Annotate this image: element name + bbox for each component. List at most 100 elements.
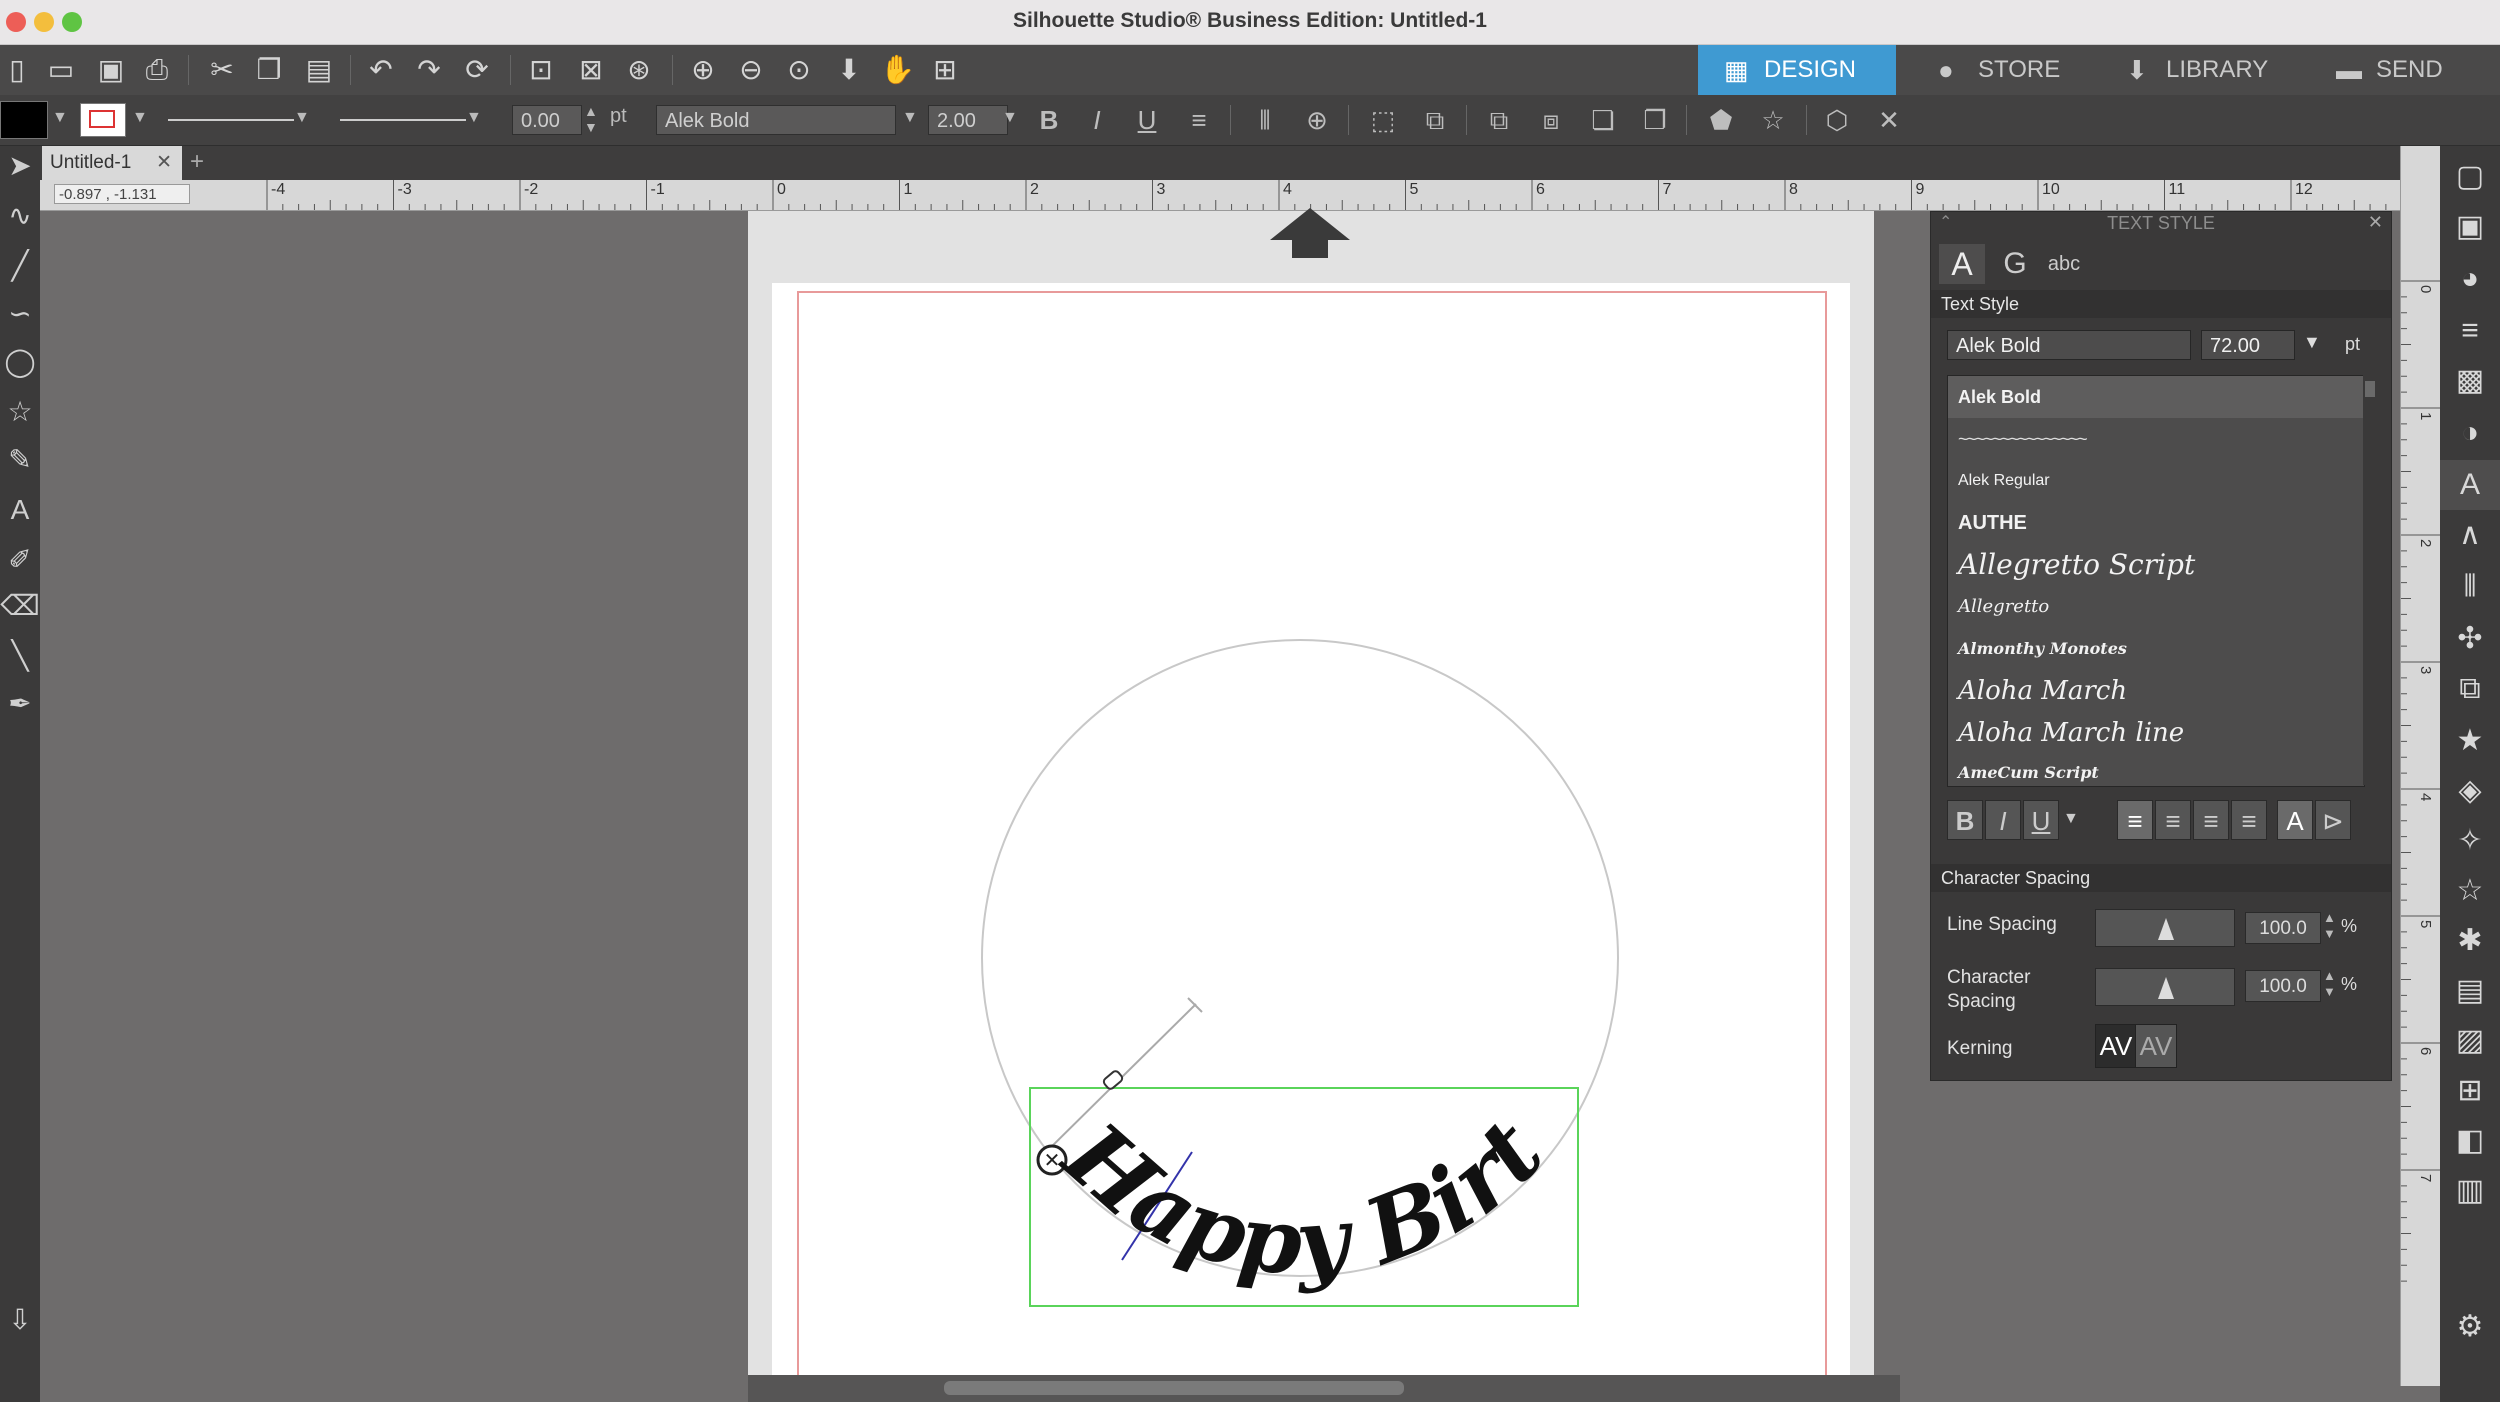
zoom-in-icon[interactable]: ⊕ bbox=[686, 53, 720, 87]
chevron-down-icon[interactable]: ▼ bbox=[52, 109, 68, 127]
deselect-icon[interactable]: ⊠ bbox=[574, 53, 608, 87]
horizontal-scrollbar[interactable] bbox=[748, 1375, 1900, 1402]
copy-icon[interactable]: ❐ bbox=[252, 53, 286, 87]
font-list-item[interactable]: AmeCum Script bbox=[1948, 752, 2364, 786]
line-style-select[interactable] bbox=[168, 119, 294, 121]
align-left-button[interactable]: ≡ bbox=[2117, 800, 2153, 840]
document-tab[interactable]: Untitled-1 ✕ bbox=[42, 146, 182, 180]
shadow-icon[interactable]: ◑ bbox=[2440, 408, 2500, 458]
polygon-tool-icon[interactable]: ☆ bbox=[0, 392, 40, 432]
cut-icon[interactable]: ✂ bbox=[205, 53, 239, 87]
line-spacing-input[interactable]: 100.0 bbox=[2245, 912, 2321, 944]
curve-tool-icon[interactable]: ∽ bbox=[0, 294, 40, 334]
font-list-item[interactable]: Alek Regular bbox=[1948, 460, 2364, 502]
refresh-icon[interactable]: ⟳ bbox=[460, 53, 494, 87]
tab-send[interactable]: ▬ SEND bbox=[2310, 45, 2500, 95]
tab-design[interactable]: ▦ DESIGN bbox=[1698, 45, 1896, 95]
print-icon[interactable]: ⎙ bbox=[140, 53, 174, 87]
vertical-text-button[interactable]: ⊳ bbox=[2315, 800, 2351, 840]
chevron-down-icon[interactable]: ▼ bbox=[132, 109, 148, 127]
text-to-path-icon[interactable]: ∧ bbox=[2440, 510, 2500, 560]
pixscan-icon[interactable]: ▣ bbox=[2440, 202, 2500, 252]
font-name-input[interactable]: Alek Bold bbox=[1947, 330, 2191, 360]
font-size-input[interactable]: 2.00 bbox=[928, 105, 1008, 135]
tab-store[interactable]: ● STORE bbox=[1912, 45, 2090, 95]
character-spacing-input[interactable]: 100.0 bbox=[2245, 970, 2321, 1002]
underline-icon[interactable]: U bbox=[1130, 103, 1164, 137]
font-list-item[interactable]: Aloha March line bbox=[1948, 712, 2364, 754]
underline-button[interactable]: U bbox=[2023, 800, 2059, 840]
import-icon[interactable]: ⇩ bbox=[0, 1300, 40, 1340]
stepper-icon[interactable]: ▲ ▼ bbox=[2323, 910, 2336, 942]
align-panel-icon[interactable]: ⫴ bbox=[2440, 562, 2500, 612]
ellipse-tool-icon[interactable]: ◯ bbox=[0, 342, 40, 382]
redo-icon[interactable]: ↷ bbox=[412, 53, 446, 87]
design-canvas[interactable]: ✕ Happy Birthday bbox=[980, 630, 1640, 1330]
font-list[interactable]: Alek Bold ~~~~~~~~~~~~~~~ Alek Regular A… bbox=[1947, 375, 2365, 787]
settings-gear-icon[interactable]: ⚙ bbox=[2440, 1302, 2500, 1352]
star-icon[interactable]: ☆ bbox=[1756, 103, 1790, 137]
paste-icon[interactable]: ▤ bbox=[302, 53, 336, 87]
open-folder-icon[interactable]: ▭ bbox=[44, 53, 78, 87]
chevron-down-icon[interactable]: ▼ bbox=[2063, 810, 2079, 828]
eraser-icon[interactable]: ⌫ bbox=[0, 586, 40, 626]
zoom-selected-icon[interactable]: ⊙ bbox=[782, 53, 816, 87]
scrollbar-thumb[interactable] bbox=[944, 1381, 1404, 1395]
bold-icon[interactable]: B bbox=[1032, 103, 1066, 137]
pencil-tool-icon[interactable]: ✎ bbox=[0, 440, 40, 480]
text-tool-icon[interactable]: A bbox=[0, 490, 40, 530]
justify-button[interactable]: ≡ bbox=[2231, 800, 2267, 840]
font-list-item[interactable]: Aloha March bbox=[1948, 670, 2364, 712]
layers-icon[interactable]: ▤ bbox=[2440, 966, 2500, 1016]
line-cap-select[interactable] bbox=[340, 119, 466, 121]
font-list-item[interactable]: Alek Bold bbox=[1948, 376, 2364, 418]
lasso-icon[interactable]: ∿ bbox=[0, 196, 40, 236]
line-color-swatch[interactable] bbox=[80, 103, 126, 137]
font-select[interactable]: Alek Bold bbox=[656, 105, 896, 135]
italic-button[interactable]: I bbox=[1985, 800, 2021, 840]
align-icon[interactable]: ⫴ bbox=[1248, 103, 1282, 137]
fill-pattern-icon[interactable]: ▩ bbox=[2440, 356, 2500, 406]
library-panel-icon[interactable]: ▥ bbox=[2440, 1166, 2500, 1216]
font-list-item[interactable]: AUTHE bbox=[1948, 502, 2364, 544]
font-effects-tab-icon[interactable]: G bbox=[1995, 244, 2035, 284]
fill-color-icon[interactable]: ◕ bbox=[2440, 254, 2500, 304]
pointer-icon[interactable]: ➤ bbox=[0, 146, 40, 186]
italic-icon[interactable]: I bbox=[1080, 103, 1114, 137]
close-panel-icon[interactable]: ✕ bbox=[2368, 212, 2383, 233]
line-tool-icon[interactable]: ╱ bbox=[0, 246, 40, 286]
bold-button[interactable]: B bbox=[1947, 800, 1983, 840]
nesting-icon[interactable]: ⊞ bbox=[2440, 1066, 2500, 1116]
favorites-icon[interactable]: ★ bbox=[2440, 716, 2500, 766]
rhinestone-icon[interactable]: ☆ bbox=[2440, 866, 2500, 916]
send-to-back-icon[interactable]: ⧈ bbox=[1534, 103, 1568, 137]
select-all-icon[interactable]: ⊡ bbox=[524, 53, 558, 87]
line-spacing-slider[interactable] bbox=[2095, 909, 2235, 947]
font-list-item[interactable]: Almonthy Monotes bbox=[1948, 628, 2364, 670]
sketch-icon[interactable]: ✧ bbox=[2440, 816, 2500, 866]
knife-icon[interactable]: ╲ bbox=[0, 636, 40, 676]
font-list-item[interactable]: Allegretto Script bbox=[1948, 544, 2364, 586]
send-backward-icon[interactable]: ❐ bbox=[1638, 103, 1672, 137]
kerning-off-button[interactable]: AV bbox=[2135, 1024, 2177, 1068]
font-list-scrollbar[interactable] bbox=[2363, 375, 2377, 785]
new-document-icon[interactable]: ▯ bbox=[0, 53, 34, 87]
font-size-field[interactable]: 72.00 bbox=[2201, 330, 2295, 360]
kerning-on-button[interactable]: AV bbox=[2095, 1024, 2137, 1068]
font-list-item[interactable]: Allegretto bbox=[1948, 586, 2364, 628]
stepper-icon[interactable]: ▲ ▼ bbox=[2323, 968, 2336, 1000]
character-spacing-slider[interactable] bbox=[2095, 968, 2235, 1006]
chevron-down-icon[interactable]: ▼ bbox=[294, 109, 310, 127]
bring-forward-icon[interactable]: ❏ bbox=[1586, 103, 1620, 137]
align-right-button[interactable]: ≡ bbox=[2193, 800, 2229, 840]
chevron-down-icon[interactable]: ▼ bbox=[902, 109, 918, 127]
add-tab-icon[interactable]: + bbox=[190, 148, 204, 176]
collapse-chevron-icon[interactable]: ⌃ bbox=[1939, 212, 1952, 232]
weld-icon[interactable]: ⬟ bbox=[1704, 103, 1738, 137]
transform-icon[interactable]: ✣ bbox=[2440, 614, 2500, 664]
horizontal-text-button[interactable]: A bbox=[2277, 800, 2313, 840]
zoom-out-icon[interactable]: ⊖ bbox=[734, 53, 768, 87]
close-tab-icon[interactable]: ✕ bbox=[156, 146, 172, 180]
text-style-icon[interactable]: A bbox=[2440, 460, 2500, 510]
stepper-icon[interactable]: ▲ ▼ bbox=[584, 103, 598, 135]
